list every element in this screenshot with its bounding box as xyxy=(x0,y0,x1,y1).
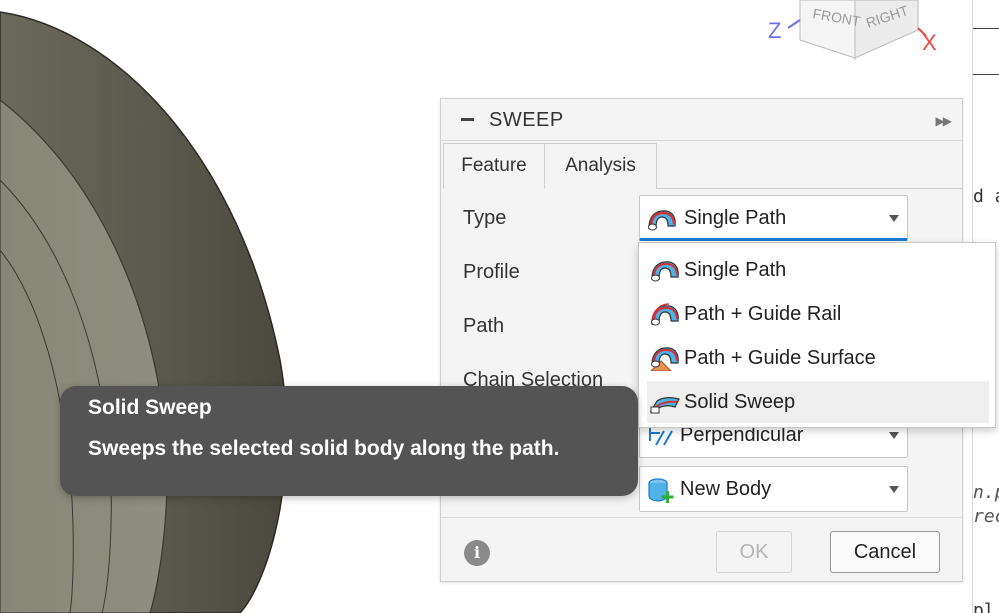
option-label: Path + Guide Surface xyxy=(684,347,876,369)
doc-rule xyxy=(973,28,999,29)
doc-text-line: n.p xyxy=(973,482,999,503)
tooltip: Solid Sweep Sweeps the selected solid bo… xyxy=(60,386,638,496)
path-guide-rail-icon xyxy=(651,303,679,326)
expand-arrows-icon[interactable]: ▶▶ xyxy=(936,114,953,128)
dropdown-option-path-guide-surface[interactable]: Path + Guide Surface xyxy=(647,337,989,379)
single-path-icon xyxy=(651,261,679,282)
profile-label: Profile xyxy=(463,261,520,283)
doc-text-line: d a xyxy=(973,186,999,207)
type-label: Type xyxy=(463,207,507,229)
option-label: Single Path xyxy=(684,259,787,281)
tab-analysis[interactable]: Analysis xyxy=(544,143,657,189)
doc-text-line: pl xyxy=(973,600,995,613)
operation-select[interactable]: New Body xyxy=(639,466,908,512)
z-axis-label: Z xyxy=(768,18,781,43)
type-select[interactable]: Single Path xyxy=(639,195,908,241)
path-guide-surface-icon xyxy=(650,347,679,371)
chevron-down-icon xyxy=(889,432,899,439)
collapse-icon[interactable] xyxy=(461,118,474,121)
option-label: Path + Guide Rail xyxy=(684,303,842,325)
dialog-header[interactable]: SWEEP ▶▶ xyxy=(441,99,962,141)
solid-sweep-icon xyxy=(649,397,680,414)
tooltip-title: Solid Sweep xyxy=(88,396,212,419)
chevron-down-icon xyxy=(889,215,899,222)
path-label: Path xyxy=(463,315,505,337)
doc-rule xyxy=(973,74,999,75)
tab-feature[interactable]: Feature xyxy=(443,143,545,189)
dialog-tabs: Feature Analysis xyxy=(441,143,962,189)
cancel-button[interactable]: Cancel xyxy=(830,531,940,573)
dropdown-option-single-path[interactable]: Single Path xyxy=(647,249,989,291)
x-axis-label: X xyxy=(922,30,937,55)
operation-select-value: New Body xyxy=(680,478,772,500)
info-icon[interactable]: i xyxy=(464,540,490,566)
tooltip-body: Sweeps the selected solid body along the… xyxy=(88,437,560,460)
dialog-title: SWEEP xyxy=(489,109,564,131)
chevron-down-icon xyxy=(889,486,899,493)
ok-button[interactable]: OK xyxy=(716,531,792,573)
type-dropdown-list: Single Path Path + Guide Rail Path + Gui… xyxy=(638,242,996,428)
new-body-icon xyxy=(648,478,674,503)
view-cube[interactable]: FRONT RIGHT Z X xyxy=(760,0,960,70)
single-path-icon xyxy=(648,210,676,231)
doc-text-line: rec xyxy=(973,506,999,527)
tab-divider xyxy=(656,188,962,189)
type-select-value: Single Path xyxy=(684,207,787,229)
dropdown-option-path-guide-rail[interactable]: Path + Guide Rail xyxy=(647,293,989,335)
dialog-footer-divider xyxy=(441,517,962,518)
dropdown-option-solid-sweep[interactable]: Solid Sweep xyxy=(647,381,989,423)
option-label: Solid Sweep xyxy=(684,391,796,413)
